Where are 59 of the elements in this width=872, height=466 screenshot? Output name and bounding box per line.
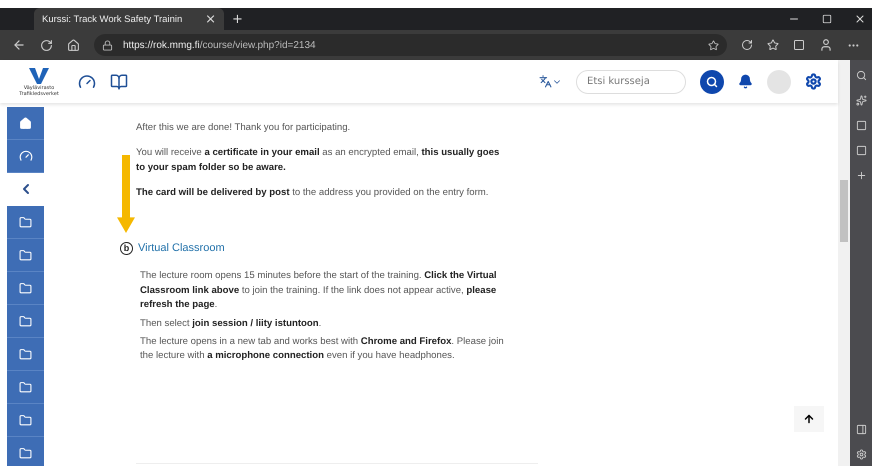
settings-icon[interactable]	[805, 73, 822, 90]
v-logo-icon	[28, 66, 50, 84]
search-button[interactable]	[700, 70, 724, 94]
folder-icon	[19, 446, 32, 460]
circular-arrow-icon[interactable]	[741, 39, 753, 51]
search-field[interactable]: Etsi kursseja	[576, 70, 686, 94]
search-icon[interactable]	[856, 70, 866, 81]
profile-icon[interactable]	[819, 38, 833, 52]
folder-icon	[19, 282, 32, 294]
folder-icon	[19, 380, 32, 394]
home-icon	[19, 116, 32, 130]
sidebar-item[interactable]	[7, 272, 44, 305]
sidebar-item[interactable]	[7, 140, 44, 173]
book-icon[interactable]	[110, 72, 128, 90]
arrow-up-icon	[803, 413, 815, 425]
paragraph: Then select join session / liity istuntoon.	[140, 316, 322, 331]
sidebar-item[interactable]	[7, 437, 44, 466]
sparkles-icon[interactable]	[856, 95, 866, 106]
add-icon[interactable]	[856, 170, 866, 181]
back-to-top-button[interactable]	[794, 406, 824, 432]
maximize-icon[interactable]	[822, 14, 832, 24]
folder-icon	[19, 414, 32, 426]
address-bar[interactable]: https://rok.mmg.fi/course/view.php?id=2134	[94, 34, 727, 56]
folder-icon	[19, 348, 32, 360]
tab-title: Kurssi: Track Work Safety Trainin	[42, 14, 184, 24]
search-icon	[706, 76, 718, 88]
gauge-icon[interactable]	[78, 72, 96, 90]
language-menu-icon[interactable]	[539, 75, 562, 88]
virtual-classroom-link[interactable]: Virtual Classroom	[138, 240, 225, 258]
sidebar-item[interactable]	[7, 404, 44, 437]
home-icon[interactable]	[67, 38, 80, 52]
folder-icon	[19, 314, 32, 328]
back-icon[interactable]	[12, 38, 26, 52]
sidebar-item[interactable]	[7, 107, 44, 140]
new-tab-button[interactable]: +	[232, 12, 243, 26]
close-icon[interactable]	[854, 13, 866, 25]
sidebar-item[interactable]	[7, 338, 44, 371]
folder-icon	[19, 248, 32, 262]
bell-icon[interactable]	[738, 74, 753, 89]
folder-icon	[19, 216, 32, 228]
gauge-icon	[18, 149, 32, 163]
paragraph: The card will be delivered by post to the address you provided on the entry form.	[136, 186, 490, 200]
sidebar-item[interactable]	[7, 239, 44, 272]
paragraph: You will receive a certificate in your email as an encrypted email, this usually goes to your spam folder so be aware.	[136, 146, 500, 175]
paragraph: The lecture opens in a new tab and works best with Chrome and Firefox. Please join the lecture with a microphone connection even if you have headphones.	[140, 335, 505, 364]
reload-icon[interactable]	[40, 38, 53, 52]
paragraph: After this we are done! Thank you for participating.	[136, 121, 352, 135]
sidebar-item[interactable]	[7, 371, 44, 404]
sidebar-item[interactable]	[7, 305, 44, 338]
lock-icon	[102, 40, 113, 50]
activity-icon: b	[120, 242, 133, 256]
panel-icon[interactable]	[856, 424, 866, 435]
favorite-star-icon[interactable]	[708, 40, 719, 50]
tab-close-button[interactable]: ×	[205, 12, 216, 26]
scrollbar-thumb[interactable]	[840, 180, 848, 242]
paragraph: The lecture room opens 15 minutes before the start of the training. Click the Virtual Classroom link above to join the training. If the link does not appear active, please refresh the page.	[140, 269, 498, 312]
favorites-icon[interactable]	[767, 39, 779, 51]
sidebar-item[interactable]	[7, 206, 44, 239]
browser-tab[interactable]: Kurssi: Track Work Safety Trainin ×	[34, 8, 224, 30]
